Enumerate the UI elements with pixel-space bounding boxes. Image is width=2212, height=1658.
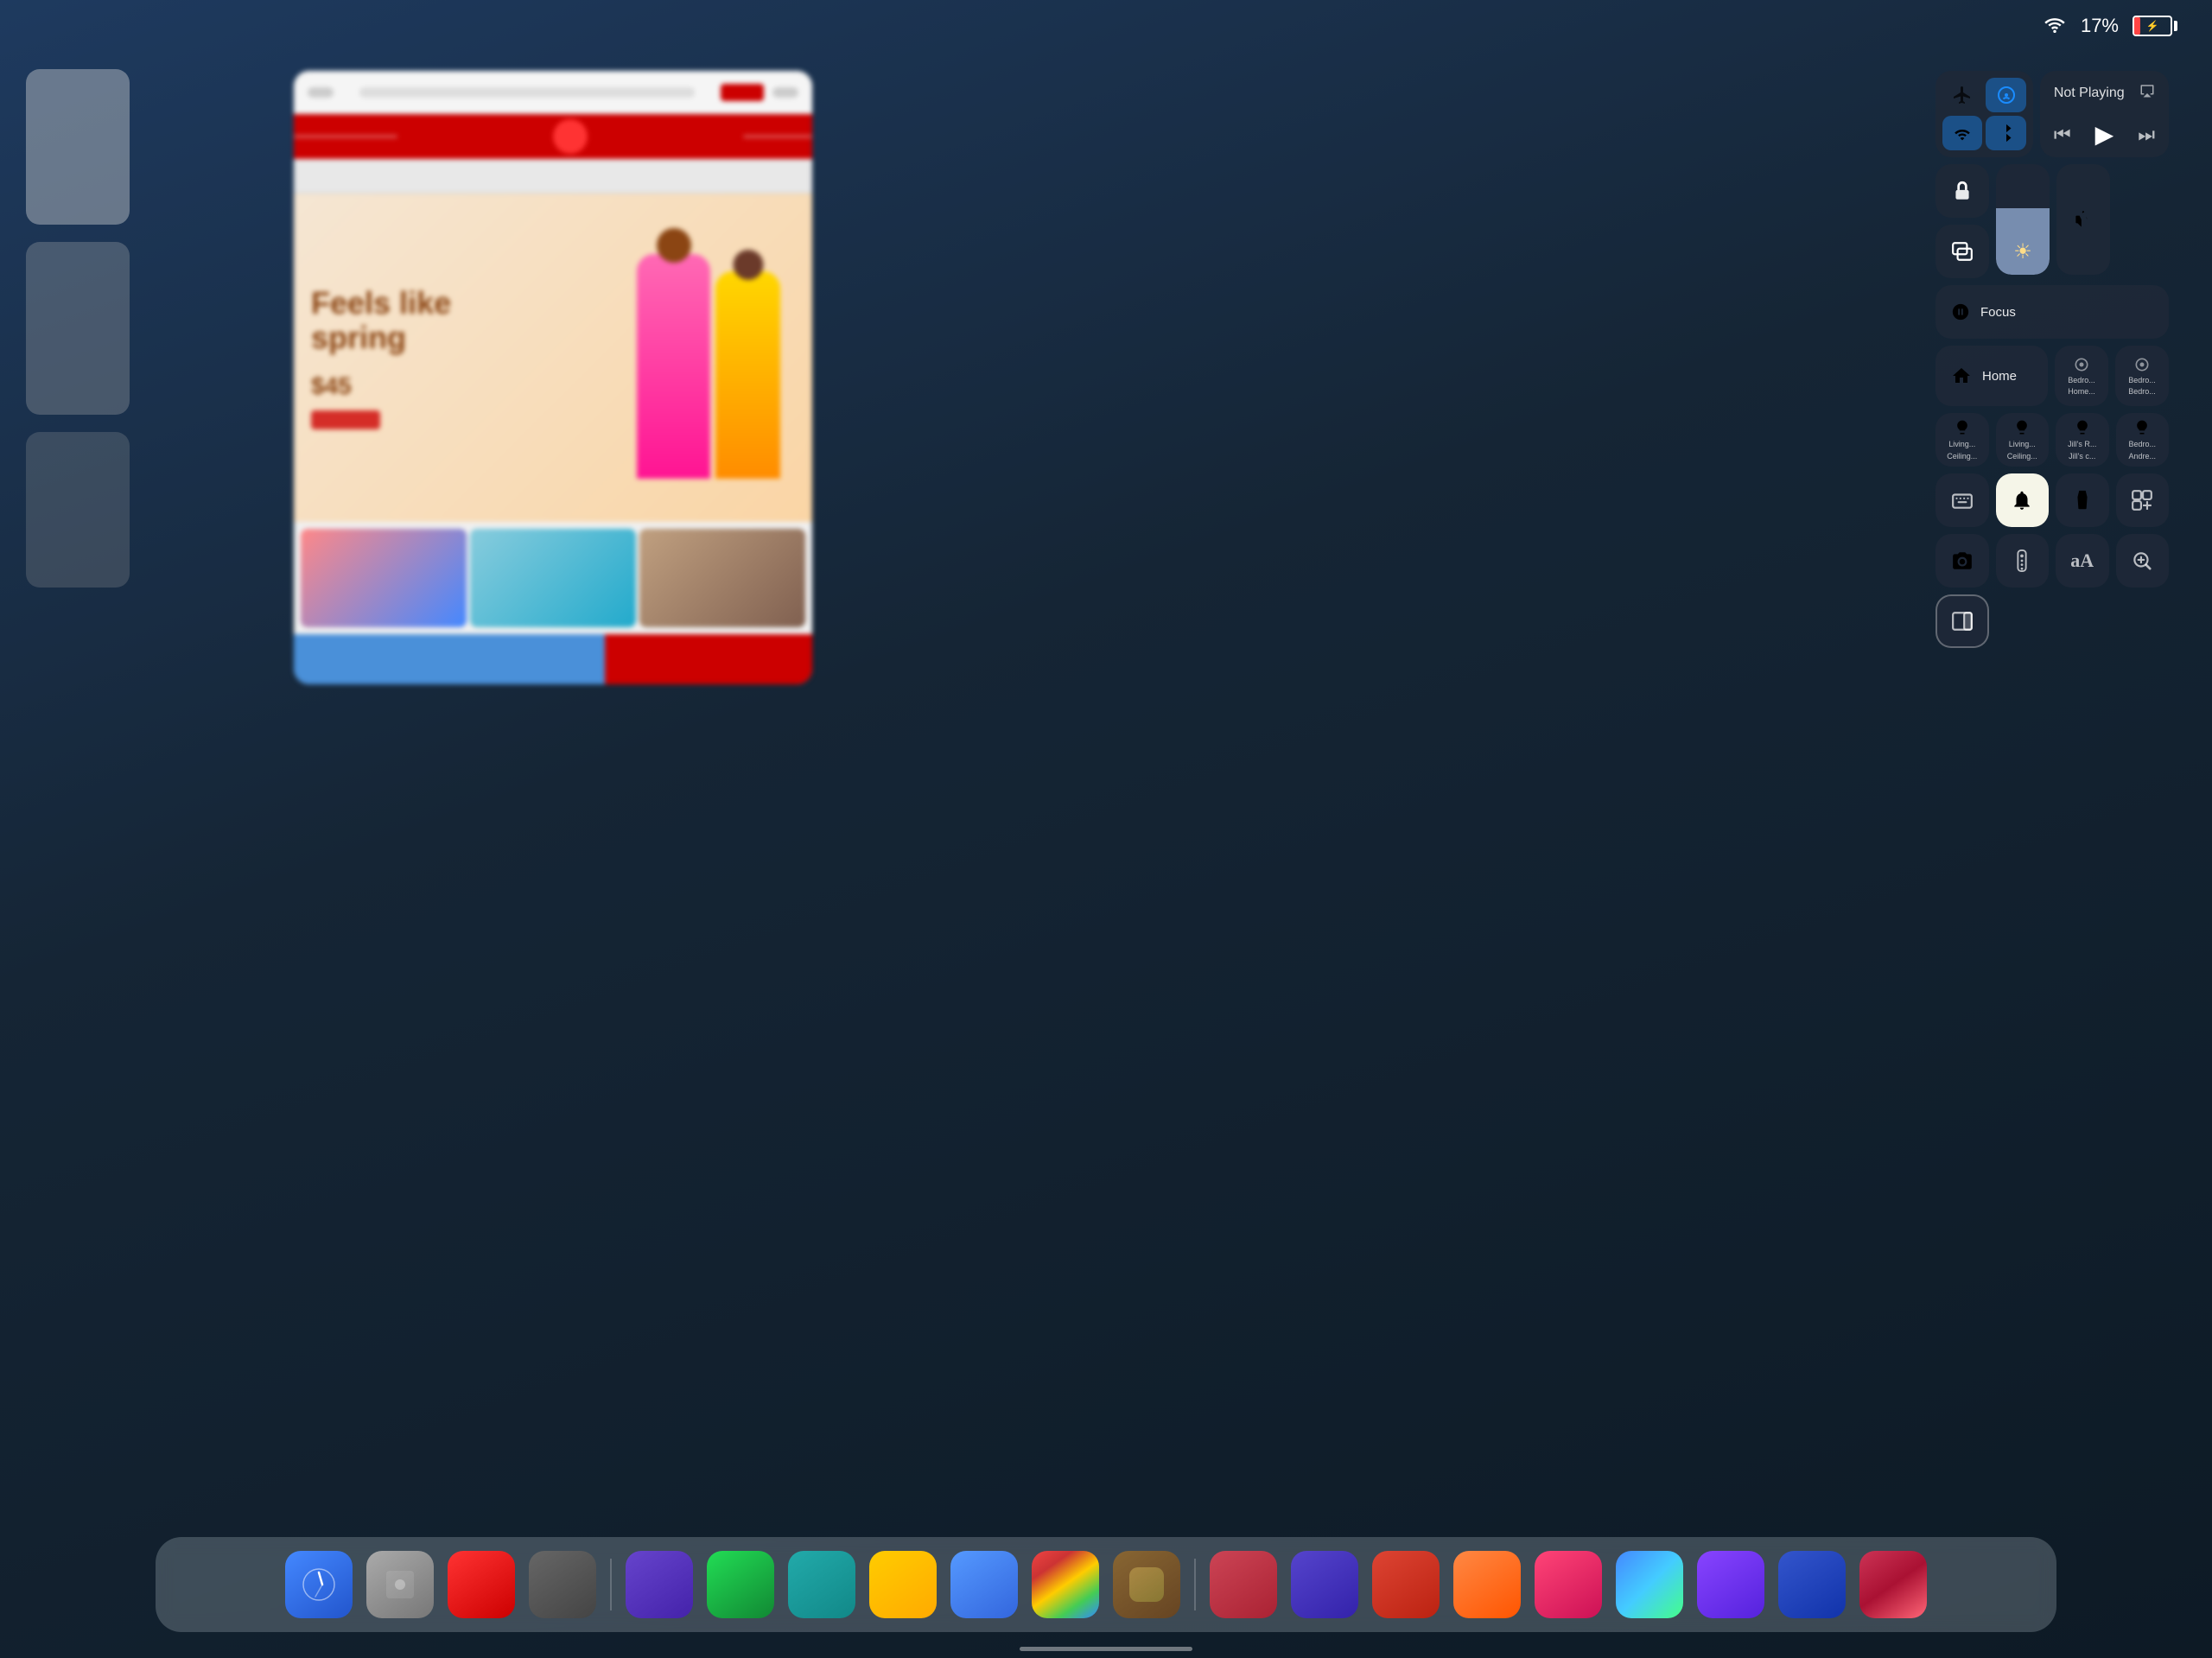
dock-app-9[interactable] xyxy=(950,1551,1018,1618)
now-playing-tile[interactable]: Not Playing ⏮ ▶ ⏭ xyxy=(2040,71,2169,157)
battery-percent: 17% xyxy=(2081,15,2119,37)
app-card-3[interactable] xyxy=(26,432,130,588)
dock-app-11[interactable] xyxy=(1113,1551,1180,1618)
status-bar: 17% ⚡ xyxy=(0,0,2212,52)
dock-app-20[interactable] xyxy=(1859,1551,1927,1618)
cc-row-2: ☀ xyxy=(1936,164,2169,278)
focus-button[interactable]: Focus xyxy=(1936,285,2169,339)
cellular-button[interactable] xyxy=(1986,78,2025,112)
cc-row-1: Not Playing ⏮ ▶ ⏭ xyxy=(1936,71,2169,157)
screen-mirror-button[interactable] xyxy=(1936,225,1989,278)
dock-app-photos[interactable] xyxy=(366,1551,434,1618)
dock-app-14[interactable] xyxy=(1372,1551,1440,1618)
app-red-strip xyxy=(294,114,812,159)
next-button[interactable]: ⏭ xyxy=(2138,124,2155,146)
flashlight-button[interactable] xyxy=(2056,473,2109,527)
dock-app-17[interactable] xyxy=(1616,1551,1683,1618)
camera-button[interactable] xyxy=(1936,534,1989,588)
focus-label: Focus xyxy=(1980,305,2016,320)
main-app-window[interactable]: Feels likespring $45 xyxy=(294,71,812,684)
app-switcher-cards xyxy=(26,69,130,588)
dock-app-6[interactable] xyxy=(707,1551,774,1618)
screen-lock-button[interactable] xyxy=(1936,164,1989,218)
light-4[interactable]: Bedro... Andre... xyxy=(2116,413,2170,467)
airplane-button[interactable] xyxy=(1942,78,1982,112)
cc-col-lock-mirror xyxy=(1936,164,1989,278)
dock-app-3[interactable] xyxy=(448,1551,515,1618)
keyboard-brightness-button[interactable] xyxy=(1936,473,1989,527)
dock-separator-2 xyxy=(1194,1559,1196,1610)
dock-app-15[interactable] xyxy=(1453,1551,1521,1618)
silent-button[interactable] xyxy=(2056,164,2110,275)
wifi-icon xyxy=(2043,14,2067,39)
app-bottom-strip xyxy=(294,634,812,684)
wifi-button[interactable] xyxy=(1942,116,1982,150)
app-hero: Feels likespring $45 xyxy=(294,194,812,522)
app-content-header xyxy=(294,159,812,194)
brightness-icon: ☀ xyxy=(2013,239,2032,264)
cc-row-7: aA xyxy=(1936,534,2169,588)
battery-icon: ⚡ xyxy=(2133,16,2177,36)
add-widget-button[interactable] xyxy=(2116,473,2170,527)
dock-app-safari[interactable] xyxy=(285,1551,353,1618)
dock-app-8[interactable] xyxy=(869,1551,937,1618)
prev-button[interactable]: ⏮ xyxy=(2054,124,2071,146)
now-playing-title: Not Playing xyxy=(2054,86,2125,101)
play-button[interactable]: ▶ xyxy=(2095,120,2114,149)
dock-app-7[interactable] xyxy=(788,1551,855,1618)
app-card-1[interactable] xyxy=(26,69,130,225)
home-button[interactable]: Home xyxy=(1936,346,2048,406)
control-center: Not Playing ⏮ ▶ ⏭ xyxy=(1936,71,2169,648)
home-label: Home xyxy=(1982,369,2017,384)
app-topbar xyxy=(294,71,812,114)
light-2[interactable]: Living... Ceiling... xyxy=(1996,413,2050,467)
app-card-2[interactable] xyxy=(26,242,130,415)
dock xyxy=(156,1537,2056,1632)
home-accessory-1[interactable]: Bedro... Home... xyxy=(2055,346,2108,406)
dock-app-12[interactable] xyxy=(1210,1551,1277,1618)
dock-separator xyxy=(610,1559,612,1610)
brightness-slider[interactable]: ☀ xyxy=(1996,164,2050,275)
dock-app-18[interactable] xyxy=(1697,1551,1764,1618)
remote-button[interactable] xyxy=(1996,534,2050,588)
dock-app-4[interactable] xyxy=(529,1551,596,1618)
connectivity-tile[interactable] xyxy=(1936,71,2033,157)
dock-app-19[interactable] xyxy=(1778,1551,1846,1618)
dock-app-10[interactable] xyxy=(1032,1551,1099,1618)
light-3[interactable]: Jill's R... Jill's c... xyxy=(2056,413,2109,467)
cc-row-5: Living... Ceiling... Living... Ceiling..… xyxy=(1936,413,2169,467)
magnifier-button[interactable] xyxy=(2116,534,2170,588)
cc-row-8 xyxy=(1936,594,2169,648)
slide-over-button[interactable] xyxy=(1936,594,1989,648)
dock-app-16[interactable] xyxy=(1535,1551,1602,1618)
home-accessory-2[interactable]: Bedro... Bedro... xyxy=(2115,346,2169,406)
cc-row-6 xyxy=(1936,473,2169,527)
home-indicator xyxy=(1020,1647,1192,1651)
dock-app-5[interactable] xyxy=(626,1551,693,1618)
cc-row-3: Focus xyxy=(1936,285,2169,339)
bluetooth-button[interactable] xyxy=(1986,116,2025,150)
dock-app-13[interactable] xyxy=(1291,1551,1358,1618)
app-products xyxy=(294,522,812,634)
cc-row-4: Home Bedro... Home... Bedro... Bedro... xyxy=(1936,346,2169,406)
light-1[interactable]: Living... Ceiling... xyxy=(1936,413,1989,467)
text-size-button[interactable]: aA xyxy=(2056,534,2109,588)
notification-style-button[interactable] xyxy=(1996,473,2050,527)
airplay-icon[interactable] xyxy=(2139,83,2155,103)
